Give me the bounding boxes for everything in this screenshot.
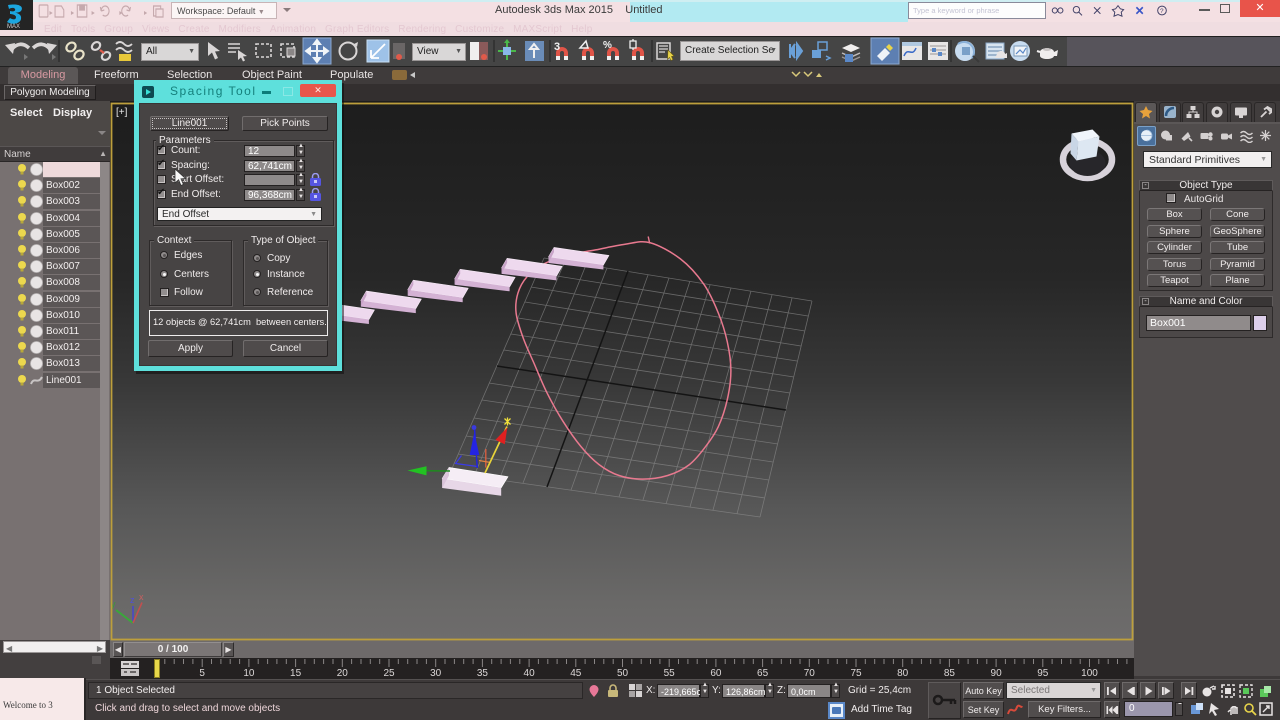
svg-text:50: 50 [617,668,629,679]
svg-text:75: 75 [850,668,862,679]
svg-text:15: 15 [290,668,302,679]
svg-text:5: 5 [199,668,205,679]
svg-text:100: 100 [1081,668,1098,679]
svg-text:65: 65 [757,668,769,679]
svg-text:25: 25 [383,668,395,679]
svg-text:85: 85 [944,668,956,679]
svg-text:x: x [139,592,144,602]
svg-text:MAX: MAX [7,24,20,30]
svg-text:80: 80 [897,668,909,679]
svg-text:3: 3 [554,41,560,53]
svg-text:10: 10 [243,668,255,679]
svg-text:20: 20 [337,668,349,679]
svg-text:45: 45 [570,668,582,679]
svg-text:55: 55 [664,668,676,679]
svg-text:90: 90 [991,668,1003,679]
svg-text:?: ? [1160,8,1164,15]
svg-text:[+]: [+] [116,107,128,118]
svg-text:35: 35 [477,668,489,679]
svg-text:40: 40 [524,668,536,679]
svg-text:95: 95 [1037,668,1049,679]
svg-text:z: z [130,595,135,605]
svg-text:60: 60 [710,668,722,679]
svg-text:%: % [603,40,612,51]
svg-text:30: 30 [430,668,442,679]
svg-text:70: 70 [804,668,816,679]
